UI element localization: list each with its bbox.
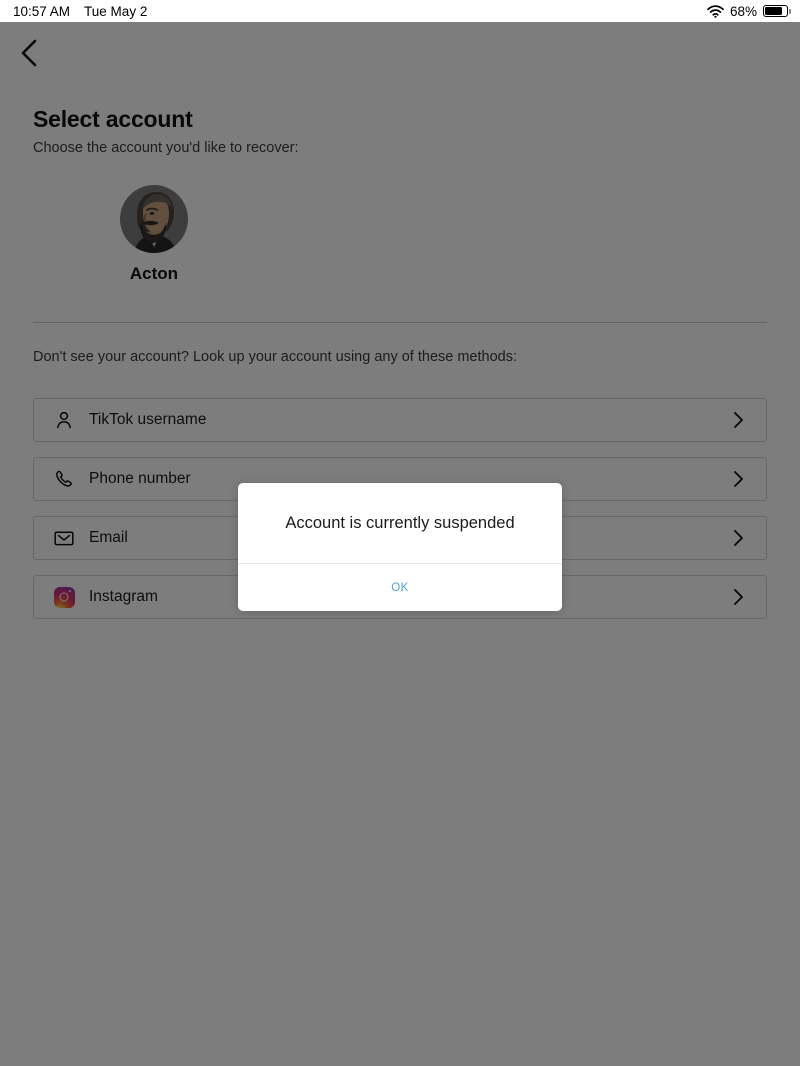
battery-percent: 68% — [729, 3, 757, 19]
wifi-icon — [707, 4, 724, 18]
status-bar-left: 10:57 AM Tue May 2 — [13, 4, 147, 19]
dialog-ok-button[interactable]: OK — [238, 564, 562, 611]
status-date: Tue May 2 — [84, 3, 148, 19]
dialog-message: Account is currently suspended — [285, 514, 515, 532]
status-bar: 10:57 AM Tue May 2 68% — [0, 0, 800, 22]
suspended-account-dialog: Account is currently suspended OK — [238, 483, 562, 612]
status-bar-right: 68% — [707, 3, 791, 19]
status-time: 10:57 AM — [13, 3, 71, 19]
battery-icon — [763, 5, 791, 17]
